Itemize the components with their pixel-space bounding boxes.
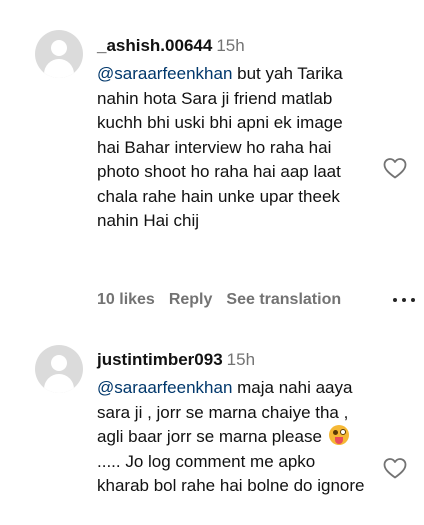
comment-text: @saraarfeenkhan maja nahi aaya sara ji ,… xyxy=(97,376,367,499)
likes-count-button[interactable]: 10 likes xyxy=(97,291,155,308)
reply-button[interactable]: Reply xyxy=(169,291,213,308)
comment-username[interactable]: justintimber093 xyxy=(97,350,223,369)
emoji-tongue xyxy=(334,437,343,444)
avatar[interactable] xyxy=(35,345,83,393)
comment-header: justintimber093 15h xyxy=(97,350,367,370)
comment-text: @saraarfeenkhan but yah Tarika nahin hot… xyxy=(97,62,367,234)
emoji-eye xyxy=(332,430,338,435)
more-dot xyxy=(393,298,397,302)
comment-timestamp[interactable]: 15h xyxy=(227,350,255,369)
more-dot xyxy=(402,298,406,302)
mention-link[interactable]: @saraarfeenkhan xyxy=(97,378,232,397)
heart-icon[interactable] xyxy=(383,157,407,179)
see-translation-button[interactable]: See translation xyxy=(226,291,341,308)
comment-body: justintimber093 15h @saraarfeenkhan maja … xyxy=(97,350,367,499)
zany-face-emoji-icon xyxy=(328,425,349,445)
avatar-head-shape xyxy=(51,355,67,371)
comment-header: _ashish.00644 15h xyxy=(97,36,367,56)
more-options-icon[interactable] xyxy=(391,290,417,310)
avatar[interactable] xyxy=(35,30,83,78)
avatar-head-shape xyxy=(51,40,67,56)
comment-text-content: but yah Tarika nahin hota Sara ji friend… xyxy=(97,64,343,230)
comment-username[interactable]: _ashish.00644 xyxy=(97,36,212,55)
heart-icon[interactable] xyxy=(383,457,407,479)
avatar-body-shape xyxy=(44,374,74,393)
more-dot xyxy=(411,298,415,302)
comment-body: _ashish.00644 15h @saraarfeenkhan but yah… xyxy=(97,36,367,234)
comment-text-content: ..... Jo log comment me apko kharab bol … xyxy=(97,451,365,496)
emoji-eye xyxy=(339,429,346,435)
avatar-body-shape xyxy=(44,59,74,78)
mention-link[interactable]: @saraarfeenkhan xyxy=(97,64,232,83)
comment-actions: 10 likes Reply See translation xyxy=(97,290,355,310)
comment-thread: _ashish.00644 15h @saraarfeenkhan but yah… xyxy=(0,0,424,525)
comment-timestamp[interactable]: 15h xyxy=(216,36,244,55)
